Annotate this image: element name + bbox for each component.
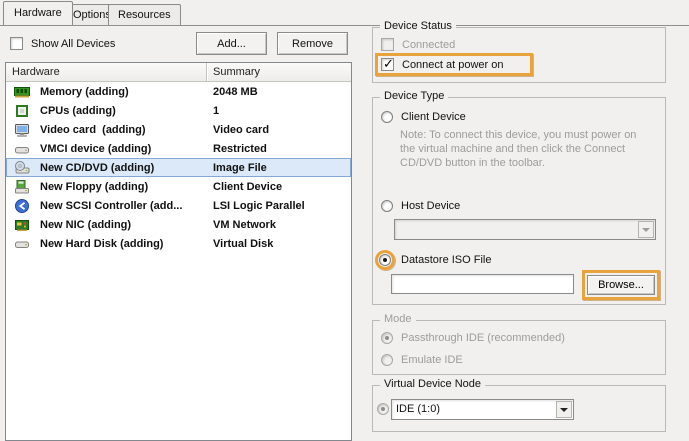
connect-at-power-on-highlight: Connect at power on — [375, 53, 533, 76]
hardware-row[interactable]: New SCSI Controller (add... LSI Logic Par… — [6, 196, 351, 215]
radio-button[interactable] — [381, 200, 393, 212]
hardware-row[interactable]: New Floppy (adding) Client Device — [6, 177, 351, 196]
chevron-down-icon — [638, 221, 654, 238]
hardware-summary: LSI Logic Parallel — [213, 200, 305, 212]
tab-hardware[interactable]: Hardware — [3, 1, 73, 25]
hardware-list-header: Hardware Summary — [6, 63, 351, 82]
datastore-iso-label: Datastore ISO File — [401, 254, 491, 266]
floppy-icon — [14, 179, 31, 195]
browse-button[interactable]: Browse... — [587, 275, 655, 295]
checkbox-box[interactable] — [381, 58, 394, 71]
hardware-name: CPUs (adding) — [40, 105, 116, 117]
checkbox-box — [381, 38, 394, 51]
hardware-name: New Hard Disk (adding) — [40, 238, 163, 250]
hardware-rows: Memory (adding) 2048 MB CPUs (adding) 1 Vide… — [6, 82, 351, 253]
vm-properties-dialog: Hardware Options Resources Show All Devi… — [0, 0, 689, 441]
hardware-summary: Virtual Disk — [213, 238, 273, 250]
radio-button[interactable] — [379, 254, 391, 266]
hardware-row[interactable]: VMCI device (adding) Restricted — [6, 139, 351, 158]
cd-dvd-icon — [14, 160, 31, 176]
hardware-summary: 2048 MB — [213, 86, 258, 98]
hardware-row[interactable]: New Hard Disk (adding) Virtual Disk — [6, 234, 351, 253]
host-device-radio[interactable]: Host Device — [381, 200, 460, 212]
hardware-name: VMCI device (adding) — [40, 143, 151, 155]
virtual-device-node-value: IDE (1:0) — [396, 403, 440, 415]
hardware-row[interactable]: CPUs (adding) 1 — [6, 101, 351, 120]
video-card-icon — [14, 122, 31, 138]
hardware-name: New CD/DVD (adding) — [40, 162, 154, 174]
datastore-iso-radio[interactable]: Datastore ISO File — [375, 250, 491, 270]
hardware-name: New Floppy (adding) — [40, 181, 148, 193]
hardware-row[interactable]: Memory (adding) 2048 MB — [6, 82, 351, 101]
checkbox-box[interactable] — [10, 37, 23, 50]
hardware-summary: VM Network — [213, 219, 276, 231]
hardware-summary: 1 — [213, 105, 219, 117]
memory-icon — [14, 84, 31, 100]
radio-button — [381, 354, 393, 366]
client-device-label: Client Device — [401, 111, 466, 123]
hardware-summary: Video card — [213, 124, 269, 136]
virtual-device-node-group: Virtual Device Node IDE (1:0) — [372, 385, 666, 432]
host-device-select — [394, 219, 656, 240]
emulate-ide-radio: Emulate IDE — [381, 354, 463, 366]
nic-icon — [14, 217, 31, 233]
tab-resources[interactable]: Resources — [108, 4, 181, 25]
hardware-name: New NIC (adding) — [40, 219, 131, 231]
hardware-summary: Restricted — [213, 143, 267, 155]
browse-button-highlight: Browse... — [582, 270, 660, 300]
hardware-list: Hardware Summary Memory (adding) 2048 MB C… — [5, 62, 352, 441]
host-device-label: Host Device — [401, 200, 460, 212]
iso-file-input[interactable] — [391, 274, 574, 294]
connect-at-power-on-label: Connect at power on — [402, 59, 504, 71]
connect-at-power-on-checkbox[interactable]: Connect at power on — [381, 58, 504, 71]
hardware-name: Memory (adding) — [40, 86, 129, 98]
datastore-iso-highlight — [375, 250, 395, 270]
column-header-hardware[interactable]: Hardware — [6, 63, 207, 81]
device-status-title: Device Status — [380, 20, 456, 32]
virtual-device-node-radio — [377, 403, 389, 415]
hard-disk-icon — [14, 236, 31, 252]
client-device-radio[interactable]: Client Device — [381, 111, 466, 123]
remove-button[interactable]: Remove — [277, 32, 348, 55]
virtual-device-node-title: Virtual Device Node — [380, 378, 485, 390]
hardware-summary: Image File — [213, 162, 267, 174]
device-type-group: Device Type Client Device Note: To conne… — [372, 97, 666, 305]
hardware-name: Video card (adding) — [40, 124, 146, 136]
chevron-down-icon[interactable] — [556, 401, 572, 418]
emulate-ide-label: Emulate IDE — [401, 354, 463, 366]
add-button[interactable]: Add... — [196, 32, 267, 55]
mode-group: Mode Passthrough IDE (recommended) Emula… — [372, 320, 666, 375]
hardware-row[interactable]: Video card (adding) Video card — [6, 120, 351, 139]
client-device-note: Note: To connect this device, you must p… — [400, 128, 654, 170]
connected-label: Connected — [402, 39, 455, 51]
cpu-icon — [14, 103, 31, 119]
scsi-controller-icon — [14, 198, 31, 214]
radio-button — [381, 332, 393, 344]
hardware-row[interactable]: New NIC (adding) VM Network — [6, 215, 351, 234]
virtual-device-node-select[interactable]: IDE (1:0) — [391, 399, 574, 420]
column-header-summary[interactable]: Summary — [207, 63, 351, 81]
device-type-title: Device Type — [380, 90, 448, 102]
passthrough-ide-radio: Passthrough IDE (recommended) — [381, 332, 565, 344]
hardware-row[interactable]: New CD/DVD (adding) Image File — [6, 158, 351, 177]
device-status-group: Device Status Connected Connect at power… — [372, 27, 666, 83]
show-all-devices-checkbox[interactable]: Show All Devices — [10, 37, 115, 50]
connected-checkbox: Connected — [381, 38, 455, 51]
passthrough-ide-label: Passthrough IDE (recommended) — [401, 332, 565, 344]
radio-button[interactable] — [381, 111, 393, 123]
tab-bar: Hardware Options Resources — [0, 0, 689, 26]
hardware-summary: Client Device — [213, 181, 282, 193]
vmci-device-icon — [14, 141, 31, 157]
hardware-name: New SCSI Controller (add... — [40, 200, 182, 212]
show-all-devices-label: Show All Devices — [31, 38, 115, 50]
mode-title: Mode — [380, 313, 416, 325]
